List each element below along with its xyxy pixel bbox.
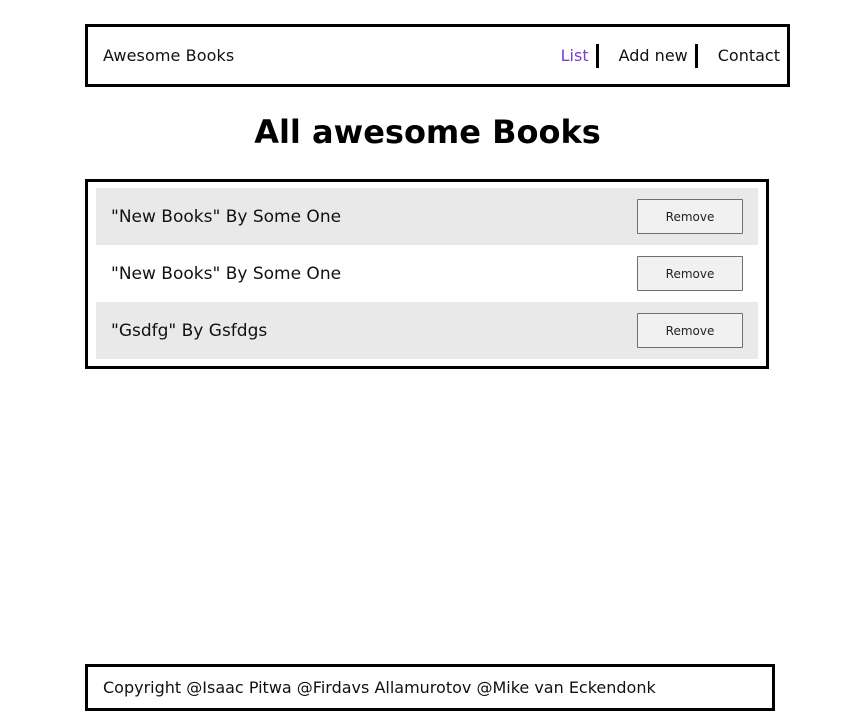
page-title: All awesome Books — [254, 113, 601, 151]
book-title-author: "New Books" By Some One — [111, 206, 342, 227]
navbar: Awesome Books List Add new Contact — [85, 24, 790, 87]
book-row: "New Books" By Some One Remove — [96, 188, 758, 245]
book-title-author: "New Books" By Some One — [111, 263, 342, 284]
book-row: "New Books" By Some One Remove — [96, 245, 758, 302]
nav-links: List Add new Contact — [561, 27, 787, 84]
remove-button[interactable]: Remove — [637, 313, 743, 348]
book-title-author: "Gsdfg" By Gsfdgs — [111, 320, 268, 341]
nav-list-link[interactable]: List — [561, 43, 599, 68]
nav-add-new-link[interactable]: Add new — [599, 43, 698, 68]
book-list: "New Books" By Some One Remove "New Book… — [85, 179, 769, 369]
remove-button[interactable]: Remove — [637, 256, 743, 291]
nav-add-new-label[interactable]: Add new — [599, 46, 695, 65]
nav-contact-label[interactable]: Contact — [698, 46, 787, 65]
remove-button[interactable]: Remove — [637, 199, 743, 234]
brand-title[interactable]: Awesome Books — [103, 46, 234, 65]
book-row: "Gsdfg" By Gsfdgs Remove — [96, 302, 758, 359]
nav-list-label[interactable]: List — [561, 46, 596, 65]
nav-contact-link[interactable]: Contact — [698, 44, 787, 68]
page: Awesome Books List Add new Contact All a… — [0, 0, 855, 720]
copyright-text: Copyright @Isaac Pitwa @Firdavs Allamuro… — [103, 678, 656, 697]
footer: Copyright @Isaac Pitwa @Firdavs Allamuro… — [85, 664, 775, 711]
